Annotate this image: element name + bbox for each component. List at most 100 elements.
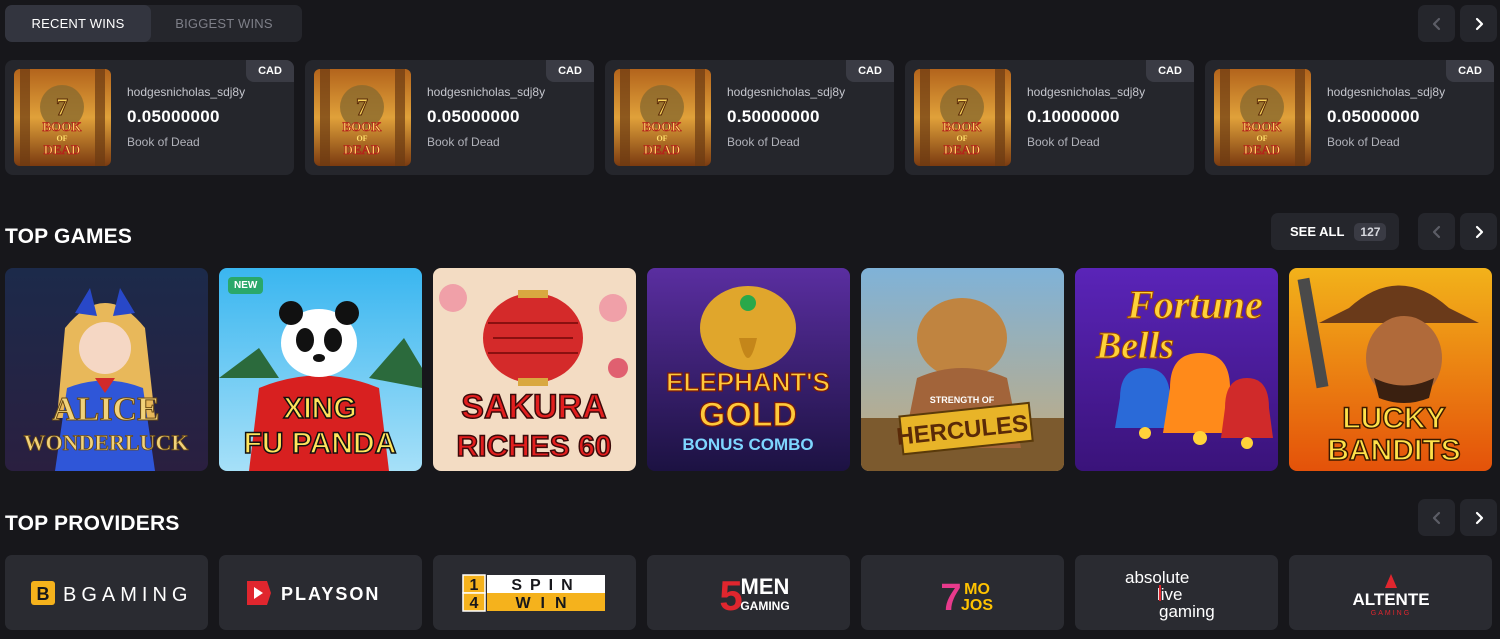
win-card[interactable]: 7 BOOK OF DEAD CAD hodgesnicholas_sdj8y … xyxy=(1205,60,1494,175)
7mojos-logo: 7 MO JOS xyxy=(940,577,993,618)
currency-badge: CAD xyxy=(1446,60,1494,82)
5men-gaming-logo: 5 MEN GAMING xyxy=(719,572,789,618)
win-amount: 0.05000000 xyxy=(427,107,520,126)
svg-text:ALTENTE: ALTENTE xyxy=(1352,590,1429,609)
game-tile-sakura-riches-60[interactable]: SAKURA RICHES 60 xyxy=(433,268,636,471)
svg-text:STRENGTH OF: STRENGTH OF xyxy=(930,395,995,405)
absolute-live-gaming-logo: absolute live gaming xyxy=(1125,568,1215,621)
game-tile-elephants-gold[interactable]: ELEPHANT'S GOLD BONUS COMBO xyxy=(647,268,850,471)
tab-biggest-wins[interactable]: BIGGEST WINS xyxy=(151,5,297,42)
svg-text:BGAMING: BGAMING xyxy=(63,584,187,606)
top-games-title: TOP GAMES xyxy=(5,225,133,248)
win-amount: 0.05000000 xyxy=(127,107,220,126)
win-username: hodgesnicholas_sdj8y xyxy=(127,85,246,99)
providers-prev-button[interactable] xyxy=(1418,499,1455,536)
game-tile-xing-fu-panda[interactable]: XING FU PANDA NEW xyxy=(219,268,422,471)
svg-text:4: 4 xyxy=(469,595,478,612)
svg-text:XING: XING xyxy=(283,392,356,425)
svg-text:DEAD: DEAD xyxy=(344,142,381,157)
currency-badge: CAD xyxy=(846,60,894,82)
win-game-name: Book of Dead xyxy=(1027,135,1100,149)
svg-text:7: 7 xyxy=(56,95,68,121)
win-amount: 0.10000000 xyxy=(1027,107,1120,126)
book-of-dead-thumbnail: 7 BOOK OF DEAD xyxy=(914,69,1011,166)
tab-recent-wins[interactable]: RECENT WINS xyxy=(5,5,151,42)
svg-text:MEN: MEN xyxy=(740,574,789,599)
game-tile-lucky-bandits[interactable]: LUCKY BANDITS xyxy=(1289,268,1492,471)
svg-text:JOS: JOS xyxy=(960,597,992,614)
svg-text:RICHES 60: RICHES 60 xyxy=(456,430,611,463)
svg-text:7: 7 xyxy=(356,95,368,121)
provider-7mojos[interactable]: 7 MO JOS xyxy=(861,555,1064,630)
win-card[interactable]: 7 BOOK OF DEAD CAD hodgesnicholas_sdj8y … xyxy=(5,60,294,175)
provider-altente[interactable]: ALTENTE GAMING xyxy=(1289,555,1492,630)
svg-text:B: B xyxy=(36,584,49,604)
win-username: hodgesnicholas_sdj8y xyxy=(1327,85,1446,99)
recent-wins-list: 7 BOOK OF DEAD CAD hodgesnicholas_sdj8y … xyxy=(5,60,1494,175)
svg-text:BONUS COMBO: BONUS COMBO xyxy=(682,435,813,454)
bgaming-logo: B BGAMING xyxy=(30,580,187,606)
win-card[interactable]: 7 BOOK OF DEAD CAD hodgesnicholas_sdj8y … xyxy=(905,60,1194,175)
altente-logo: ALTENTE GAMING xyxy=(1352,573,1429,617)
top-providers-title: TOP PROVIDERS xyxy=(5,512,180,535)
provider-1spin4win[interactable]: 1 4 SPIN WIN xyxy=(433,555,636,630)
win-game-name: Book of Dead xyxy=(427,135,500,149)
svg-text:DEAD: DEAD xyxy=(644,142,681,157)
currency-badge: CAD xyxy=(1146,60,1194,82)
win-card[interactable]: 7 BOOK OF DEAD CAD hodgesnicholas_sdj8y … xyxy=(605,60,894,175)
svg-text:ELEPHANT'S: ELEPHANT'S xyxy=(666,367,830,397)
svg-text:1: 1 xyxy=(469,577,478,594)
provider-5men-gaming[interactable]: 5 MEN GAMING xyxy=(647,555,850,630)
book-of-dead-thumbnail: 7 BOOK OF DEAD xyxy=(1214,69,1311,166)
svg-text:BOOK: BOOK xyxy=(342,119,382,134)
svg-text:BANDITS: BANDITS xyxy=(1327,434,1460,467)
chevron-left-icon xyxy=(1432,511,1440,524)
win-amount: 0.05000000 xyxy=(1327,107,1420,126)
win-username: hodgesnicholas_sdj8y xyxy=(1027,85,1146,99)
win-card[interactable]: 7 BOOK OF DEAD CAD hodgesnicholas_sdj8y … xyxy=(305,60,594,175)
svg-text:7: 7 xyxy=(956,95,968,121)
svg-text:5: 5 xyxy=(719,572,742,618)
chevron-right-icon xyxy=(1475,17,1483,30)
svg-text:PLAYSON: PLAYSON xyxy=(281,584,380,604)
see-all-label: SEE ALL xyxy=(1290,224,1345,239)
wins-prev-button[interactable] xyxy=(1418,5,1455,42)
svg-text:Bells: Bells xyxy=(1095,325,1174,367)
wins-next-button[interactable] xyxy=(1460,5,1497,42)
svg-text:WONDERLUCK: WONDERLUCK xyxy=(23,430,188,455)
svg-text:SAKURA: SAKURA xyxy=(461,388,606,426)
svg-text:GAMING: GAMING xyxy=(1370,610,1410,617)
chevron-left-icon xyxy=(1432,225,1440,238)
game-tile-fortune-bells[interactable]: Fortune Bells xyxy=(1075,268,1278,471)
win-username: hodgesnicholas_sdj8y xyxy=(727,85,846,99)
svg-text:BOOK: BOOK xyxy=(942,119,982,134)
svg-text:LUCKY: LUCKY xyxy=(1342,402,1445,435)
1spin4win-logo: 1 4 SPIN WIN xyxy=(461,573,605,612)
book-of-dead-thumbnail: 7 BOOK OF DEAD xyxy=(14,69,111,166)
svg-text:Fortune: Fortune xyxy=(1126,282,1263,327)
provider-absolute-live-gaming[interactable]: absolute live gaming xyxy=(1075,555,1278,630)
currency-badge: CAD xyxy=(246,60,294,82)
svg-text:7: 7 xyxy=(1256,95,1268,121)
games-next-button[interactable] xyxy=(1460,213,1497,250)
svg-text:GAMING: GAMING xyxy=(740,599,789,613)
chevron-right-icon xyxy=(1475,225,1483,238)
game-tile-alice-wonderluck[interactable]: ALICE WONDERLUCK xyxy=(5,268,208,471)
game-tile-strength-of-hercules[interactable]: STRENGTH OF HERCULES xyxy=(861,268,1064,471)
wins-tabs: RECENT WINS BIGGEST WINS xyxy=(5,5,302,42)
providers-next-button[interactable] xyxy=(1460,499,1497,536)
svg-text:MO: MO xyxy=(964,581,990,598)
chevron-left-icon xyxy=(1432,17,1440,30)
win-game-name: Book of Dead xyxy=(127,135,200,149)
svg-text:DEAD: DEAD xyxy=(44,142,81,157)
win-game-name: Book of Dead xyxy=(727,135,800,149)
svg-text:ALICE: ALICE xyxy=(52,391,160,428)
playson-logo: PLAYSON xyxy=(246,580,380,605)
provider-bgaming[interactable]: B BGAMING xyxy=(5,555,208,630)
games-prev-button[interactable] xyxy=(1418,213,1455,250)
see-all-button[interactable]: SEE ALL 127 xyxy=(1271,213,1399,250)
wins-carousel-nav xyxy=(1418,5,1497,42)
games-carousel-nav xyxy=(1418,213,1497,250)
chevron-right-icon xyxy=(1475,511,1483,524)
provider-playson[interactable]: PLAYSON xyxy=(219,555,422,630)
